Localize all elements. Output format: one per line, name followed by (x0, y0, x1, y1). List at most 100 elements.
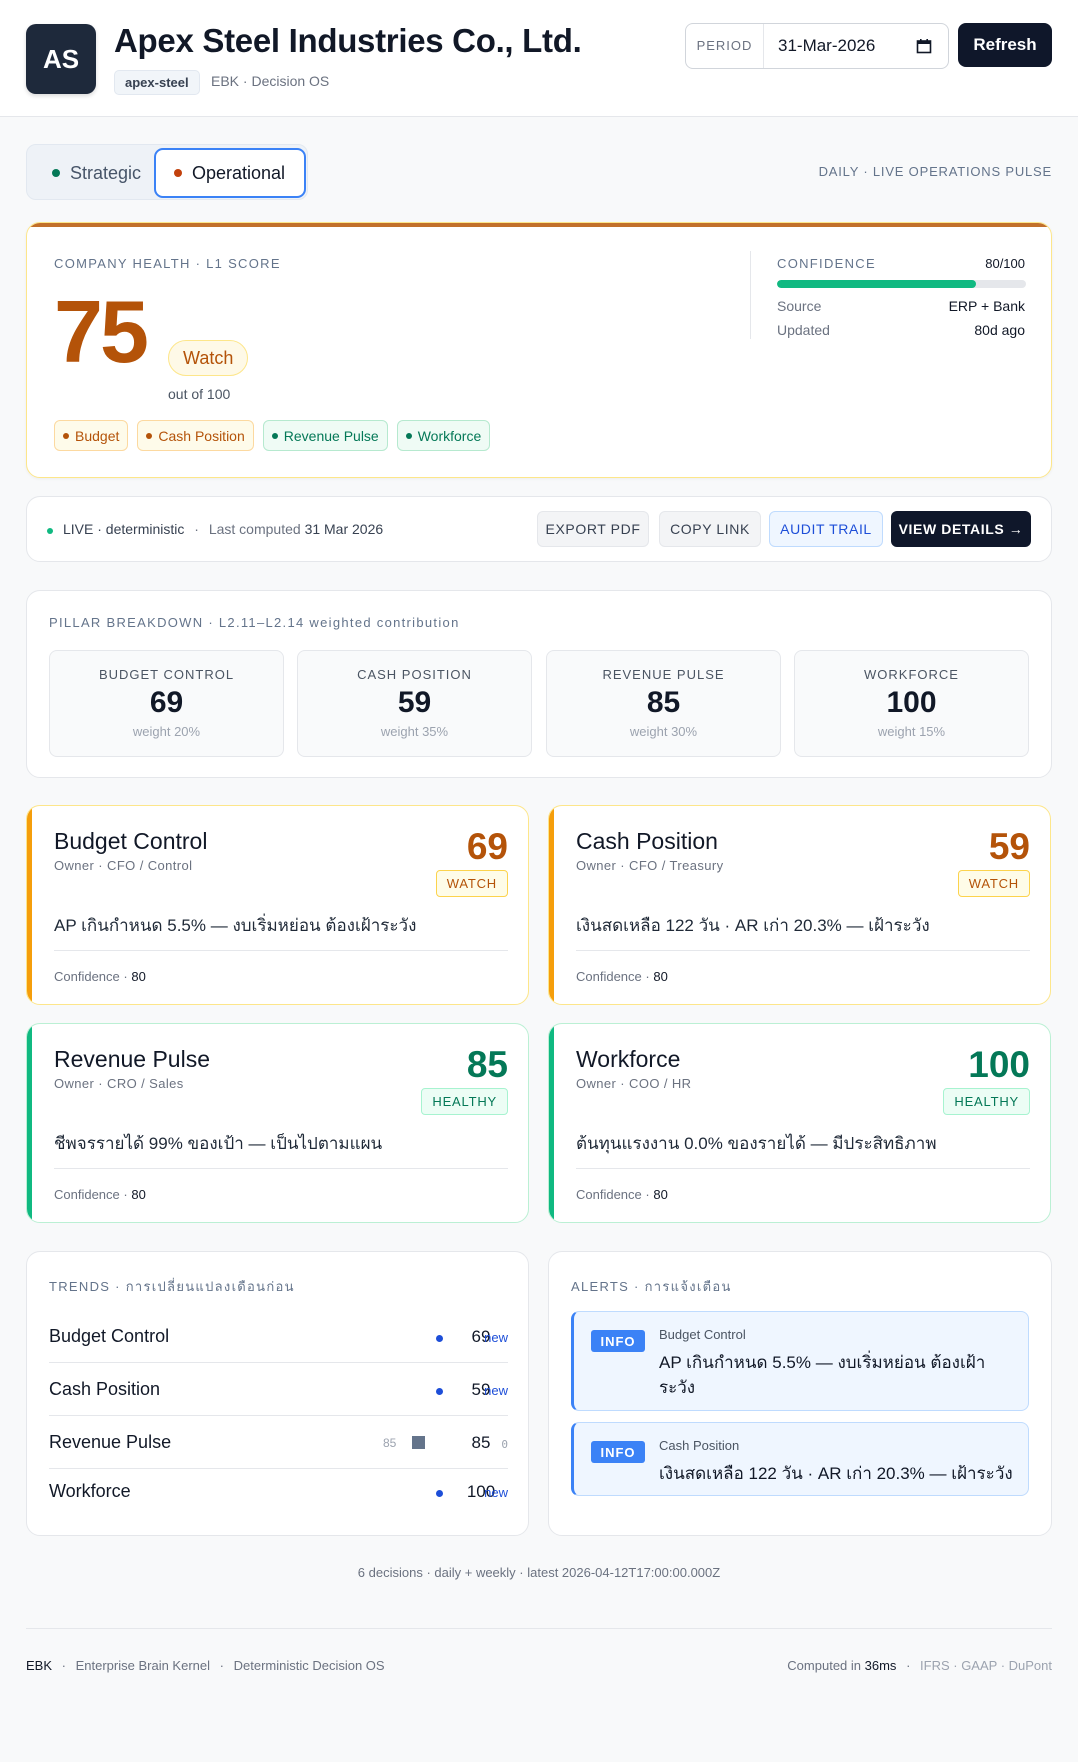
period-label: PERIOD (686, 24, 764, 68)
trend-name: Revenue Pulse (49, 1432, 172, 1452)
card-status-badge: HEALTHY (943, 1088, 1030, 1115)
pillar-weight: weight 35% (380, 724, 449, 739)
pillar-card-workforce[interactable]: Workforce Owner · COO / HR 100 HEALTHY ต… (548, 1023, 1051, 1223)
card-owner: Owner · CFO / Control (54, 858, 193, 873)
trend-new-dot (436, 1490, 443, 1497)
pillar-card-budget-control[interactable]: Budget Control Owner · CFO / Control 69 … (26, 805, 529, 1005)
trend-row[interactable]: Budget Control 69 new (49, 1310, 508, 1363)
info-badge: INFO (591, 1330, 645, 1352)
chip-revenue-pulse[interactable]: Revenue Pulse (262, 420, 388, 451)
card-score: 100 (968, 1044, 1030, 1085)
computed-value: 36ms (864, 1658, 897, 1673)
card-confidence-value: 80 (653, 1187, 668, 1202)
trend-row[interactable]: Revenue Pulse 85 85 0 (49, 1416, 508, 1469)
period-picker[interactable]: PERIOD 31-Mar-2026 (685, 23, 949, 69)
health-card-accent-bar (27, 223, 1051, 227)
alert-source: Cash Position (659, 1438, 740, 1453)
app-header: AS Apex Steel Industries Co., Ltd. apex-… (0, 0, 1078, 117)
audit-trail-button[interactable]: AUDIT TRAIL (769, 511, 883, 547)
alert-item[interactable]: INFO Budget Control AP เกินกำหนด 5.5% — … (571, 1311, 1029, 1411)
card-title: Budget Control (54, 828, 208, 854)
alert-message: เงินสดเหลือ 122 วัน · AR เก่า 20.3% — เฝ… (659, 1464, 1013, 1483)
chip-label: Budget (75, 427, 120, 444)
chip-budget[interactable]: Budget (54, 420, 129, 451)
view-details-button[interactable]: VIEW DETAILS → (891, 511, 1031, 547)
pillar-card-cash-position[interactable]: Cash Position Owner · CFO / Treasury 59 … (548, 805, 1051, 1005)
card-stripe (549, 806, 554, 1004)
card-divider (576, 1168, 1030, 1169)
trend-flat-square (412, 1436, 425, 1449)
app-subtitle: EBK · Decision OS (211, 73, 330, 89)
pillar-box-cash-position[interactable]: CASH POSITION 59 weight 35% (297, 650, 532, 757)
health-out-of: out of 100 (168, 386, 231, 402)
card-confidence: Confidence · 80 (54, 969, 146, 984)
card-title: Cash Position (576, 828, 718, 854)
card-divider (54, 950, 508, 951)
footer-tagline-2: Deterministic Decision OS (233, 1658, 385, 1673)
refresh-button[interactable]: Refresh (958, 23, 1052, 67)
chip-label: Workforce (417, 427, 482, 444)
tab-operational[interactable]: Operational (154, 148, 306, 198)
chip-dot (271, 432, 278, 439)
trend-row[interactable]: Cash Position 59 new (49, 1363, 508, 1416)
trend-delta: new (484, 1330, 508, 1345)
card-divider (576, 950, 1030, 951)
last-computed-value: 31 Mar 2026 (304, 521, 384, 537)
card-description: ต้นทุนแรงงาน 0.0% ของรายได้ — มีประสิทธิ… (576, 1134, 937, 1153)
card-confidence-value: 80 (131, 969, 146, 984)
alert-message: AP เกินกำหนด 5.5% — งบเริ่มหย่อน ต้องเฝ้… (659, 1353, 986, 1397)
card-stripe (27, 806, 32, 1004)
breakdown-section-label: PILLAR BREAKDOWN · L2.11–L2.14 weighted … (49, 615, 460, 630)
trend-delta: new (484, 1485, 508, 1500)
decisions-summary: 6 decisions · daily + weekly · latest 20… (357, 1565, 721, 1580)
alerts-section-label: ALERTS · การแจ้งเตือน (571, 1279, 732, 1294)
alert-item[interactable]: INFO Cash Position เงินสดเหลือ 122 วัน ·… (571, 1422, 1029, 1496)
card-owner: Owner · CFO / Treasury (576, 858, 724, 873)
pillar-weight: weight 20% (132, 724, 201, 739)
chip-cash-position[interactable]: Cash Position (137, 420, 254, 451)
card-confidence-label: Confidence · (576, 969, 650, 984)
trend-name: Budget Control (49, 1326, 170, 1346)
confidence-value: 80/100 (985, 256, 1025, 271)
chip-workforce[interactable]: Workforce (396, 420, 491, 451)
pillar-breakdown: PILLAR BREAKDOWN · L2.11–L2.14 weighted … (26, 590, 1052, 778)
card-owner: Owner · CRO / Sales (54, 1076, 184, 1091)
source-value: ERP + Bank (948, 298, 1025, 314)
card-divider (54, 1168, 508, 1169)
card-score: 69 (466, 826, 508, 867)
computed-prefix: Computed in (787, 1658, 862, 1673)
copy-link-button[interactable]: COPY LINK (659, 511, 761, 547)
card-title: Revenue Pulse (54, 1046, 210, 1072)
pillar-name: BUDGET CONTROL (98, 667, 235, 682)
pillar-name: REVENUE PULSE (602, 667, 725, 682)
trend-row[interactable]: Workforce 100 new (49, 1469, 508, 1522)
trend-delta: 0 (501, 1438, 508, 1451)
card-score: 85 (466, 1044, 508, 1085)
export-pdf-button[interactable]: EXPORT PDF (537, 511, 649, 547)
source-label: Source (777, 298, 822, 314)
pillar-box-workforce[interactable]: WORKFORCE 100 weight 15% (794, 650, 1029, 757)
pillar-box-revenue-pulse[interactable]: REVENUE PULSE 85 weight 30% (546, 650, 781, 757)
confidence-bar-fill (777, 280, 977, 288)
pillar-weight: weight 15% (877, 724, 946, 739)
pillar-weight: weight 30% (629, 724, 698, 739)
card-confidence-label: Confidence · (576, 1187, 650, 1202)
calendar-icon[interactable] (916, 38, 932, 54)
trend-delta: new (484, 1383, 508, 1398)
card-confidence-value: 80 (653, 969, 668, 984)
info-badge: INFO (591, 1441, 645, 1463)
updated-label: Updated (777, 322, 830, 338)
card-confidence: Confidence · 80 (576, 1187, 668, 1202)
confidence-label: CONFIDENCE (777, 256, 876, 271)
action-bar: LIVE · deterministic · Last computed 31 … (26, 496, 1052, 562)
pillar-box-budget-control[interactable]: BUDGET CONTROL 69 weight 20% (49, 650, 284, 757)
card-confidence: Confidence · 80 (576, 969, 668, 984)
tab-strategic-label: Strategic (70, 162, 142, 183)
trend-previous-value: 85 (383, 1436, 397, 1450)
pillar-score: 85 (646, 686, 681, 719)
period-date-input[interactable]: 31-Mar-2026 (778, 36, 916, 56)
footer-standards: IFRS · GAAP · DuPont (920, 1658, 1052, 1673)
company-slug-badge: apex-steel (114, 70, 200, 95)
pillar-card-revenue-pulse[interactable]: Revenue Pulse Owner · CRO / Sales 85 HEA… (26, 1023, 529, 1223)
tab-strategic[interactable]: Strategic (30, 148, 154, 198)
